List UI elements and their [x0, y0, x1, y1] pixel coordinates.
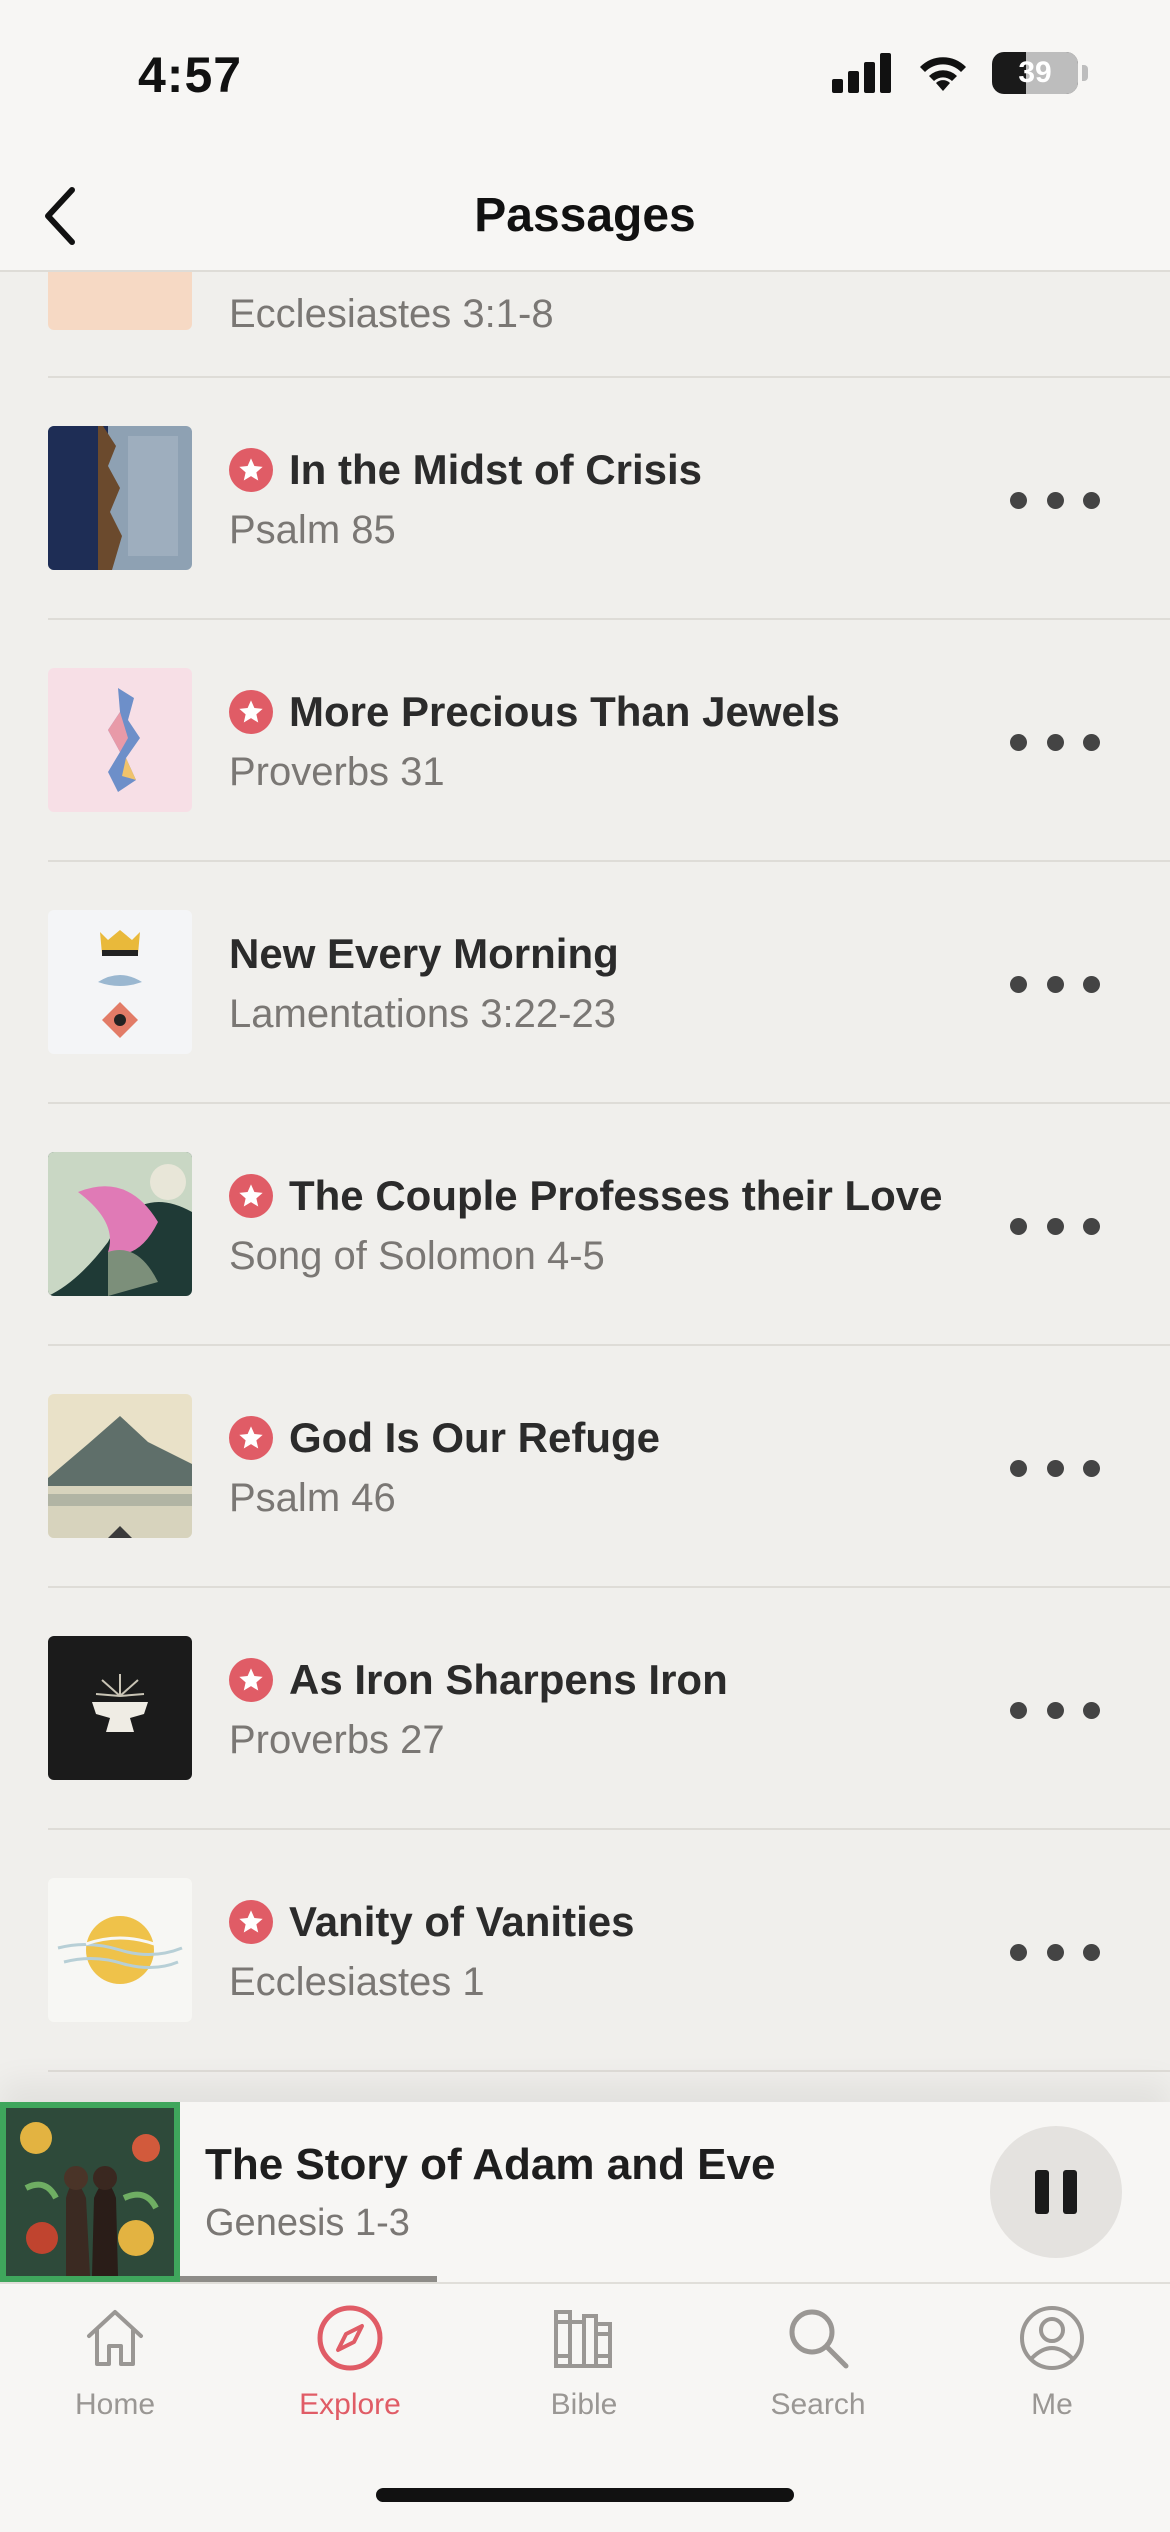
cellular-signal-icon	[832, 53, 891, 93]
passage-thumbnail	[48, 1152, 192, 1296]
passage-title: The Couple Professes their Love	[289, 1172, 943, 1219]
divider	[48, 2070, 1170, 2072]
books-icon	[554, 2310, 612, 2368]
list-item[interactable]: God Is Our Refuge Psalm 46	[0, 1346, 1170, 1588]
more-options-button[interactable]	[1010, 480, 1100, 520]
featured-star-icon	[229, 1658, 273, 1702]
list-item[interactable]: In the Midst of Crisis Psalm 85	[0, 378, 1170, 620]
status-time: 4:57	[138, 47, 243, 103]
battery-level: 39	[1018, 56, 1052, 89]
passage-reference: Lamentations 3:22-23	[229, 992, 616, 1036]
more-options-button[interactable]	[1010, 1206, 1100, 1246]
passage-thumbnail	[48, 1636, 192, 1780]
passage-reference: Song of Solomon 4-5	[229, 1234, 605, 1278]
tab-bible[interactable]: Bible	[484, 2302, 684, 2442]
compass-icon	[317, 2305, 383, 2371]
passage-reference: Ecclesiastes 1	[229, 1960, 485, 2004]
passage-title: As Iron Sharpens Iron	[289, 1656, 728, 1703]
passage-reference: Psalm 85	[229, 508, 396, 552]
list-item[interactable]: The Couple Professes their Love Song of …	[0, 1104, 1170, 1346]
tab-label: Search	[770, 2388, 866, 2421]
featured-star-icon	[229, 690, 273, 734]
now-playing-artwork	[0, 2102, 180, 2282]
passage-reference: Psalm 46	[229, 1476, 396, 1520]
status-icons: 39	[832, 52, 1088, 94]
list-item[interactable]: New Every Morning Lamentations 3:22-23	[0, 862, 1170, 1104]
list-item[interactable]: More Precious Than Jewels Proverbs 31	[0, 620, 1170, 862]
passage-thumbnail	[48, 426, 192, 570]
tab-search[interactable]: Search	[718, 2302, 918, 2442]
tab-label: Me	[1031, 2388, 1073, 2421]
tab-label: Bible	[550, 2388, 618, 2421]
list-item[interactable]: As Iron Sharpens Iron Proverbs 27	[0, 1588, 1170, 1830]
passage-title: Vanity of Vanities	[289, 1898, 635, 1945]
more-options-button[interactable]	[1010, 1448, 1100, 1488]
tab-label: Home	[74, 2388, 156, 2421]
tab-label: Explore	[299, 2388, 401, 2421]
featured-star-icon	[229, 1416, 273, 1460]
now-playing-reference: Genesis 1-3	[205, 2202, 410, 2244]
list-item[interactable]: Ecclesiastes 3:1-8	[0, 272, 1170, 378]
passage-title: God Is Our Refuge	[289, 1414, 661, 1461]
pause-icon	[1035, 2170, 1049, 2214]
passage-reference: Proverbs 27	[229, 1718, 445, 1762]
home-icon	[87, 2310, 143, 2366]
profile-icon	[1020, 2306, 1084, 2370]
featured-star-icon	[229, 1174, 273, 1218]
list-item[interactable]: Vanity of Vanities Ecclesiastes 1	[0, 1830, 1170, 2072]
passage-thumbnail	[48, 910, 192, 1054]
tab-me[interactable]: Me	[952, 2302, 1152, 2442]
passage-title: In the Midst of Crisis	[289, 446, 703, 493]
home-indicator	[376, 2488, 794, 2502]
page-title: Passages	[474, 188, 696, 242]
passage-thumbnail	[48, 668, 192, 812]
chevron-left-icon	[45, 187, 75, 245]
tab-home[interactable]: Home	[15, 2302, 215, 2442]
passage-thumbnail	[48, 1878, 192, 2022]
back-button[interactable]	[20, 174, 100, 258]
featured-star-icon	[229, 1900, 273, 1944]
featured-star-icon	[229, 448, 273, 492]
now-playing-bar[interactable]: The Story of Adam and Eve Genesis 1-3	[0, 2102, 1170, 2282]
passage-title: More Precious Than Jewels	[289, 688, 840, 735]
passage-title: New Every Morning	[229, 930, 619, 977]
passage-reference: Proverbs 31	[229, 750, 445, 794]
more-options-button[interactable]	[1010, 964, 1100, 1004]
now-playing-title: The Story of Adam and Eve	[205, 2140, 776, 2189]
passages-list[interactable]: Ecclesiastes 3:1-8 In the Midst of Crisi…	[0, 272, 1170, 2102]
passage-reference: Ecclesiastes 3:1-8	[229, 292, 554, 336]
search-icon	[789, 2309, 849, 2369]
battery-icon: 39	[992, 52, 1078, 94]
tab-explore[interactable]: Explore	[250, 2302, 450, 2442]
more-options-button[interactable]	[1010, 1932, 1100, 1972]
more-options-button[interactable]	[1010, 722, 1100, 762]
more-options-button[interactable]	[1010, 1690, 1100, 1730]
status-bar: 4:57 39	[0, 0, 1170, 160]
wifi-icon	[920, 57, 966, 91]
pause-button[interactable]	[990, 2126, 1122, 2258]
passage-thumbnail	[48, 272, 192, 330]
passage-thumbnail	[48, 1394, 192, 1538]
navigation-bar: Passages	[0, 160, 1170, 272]
